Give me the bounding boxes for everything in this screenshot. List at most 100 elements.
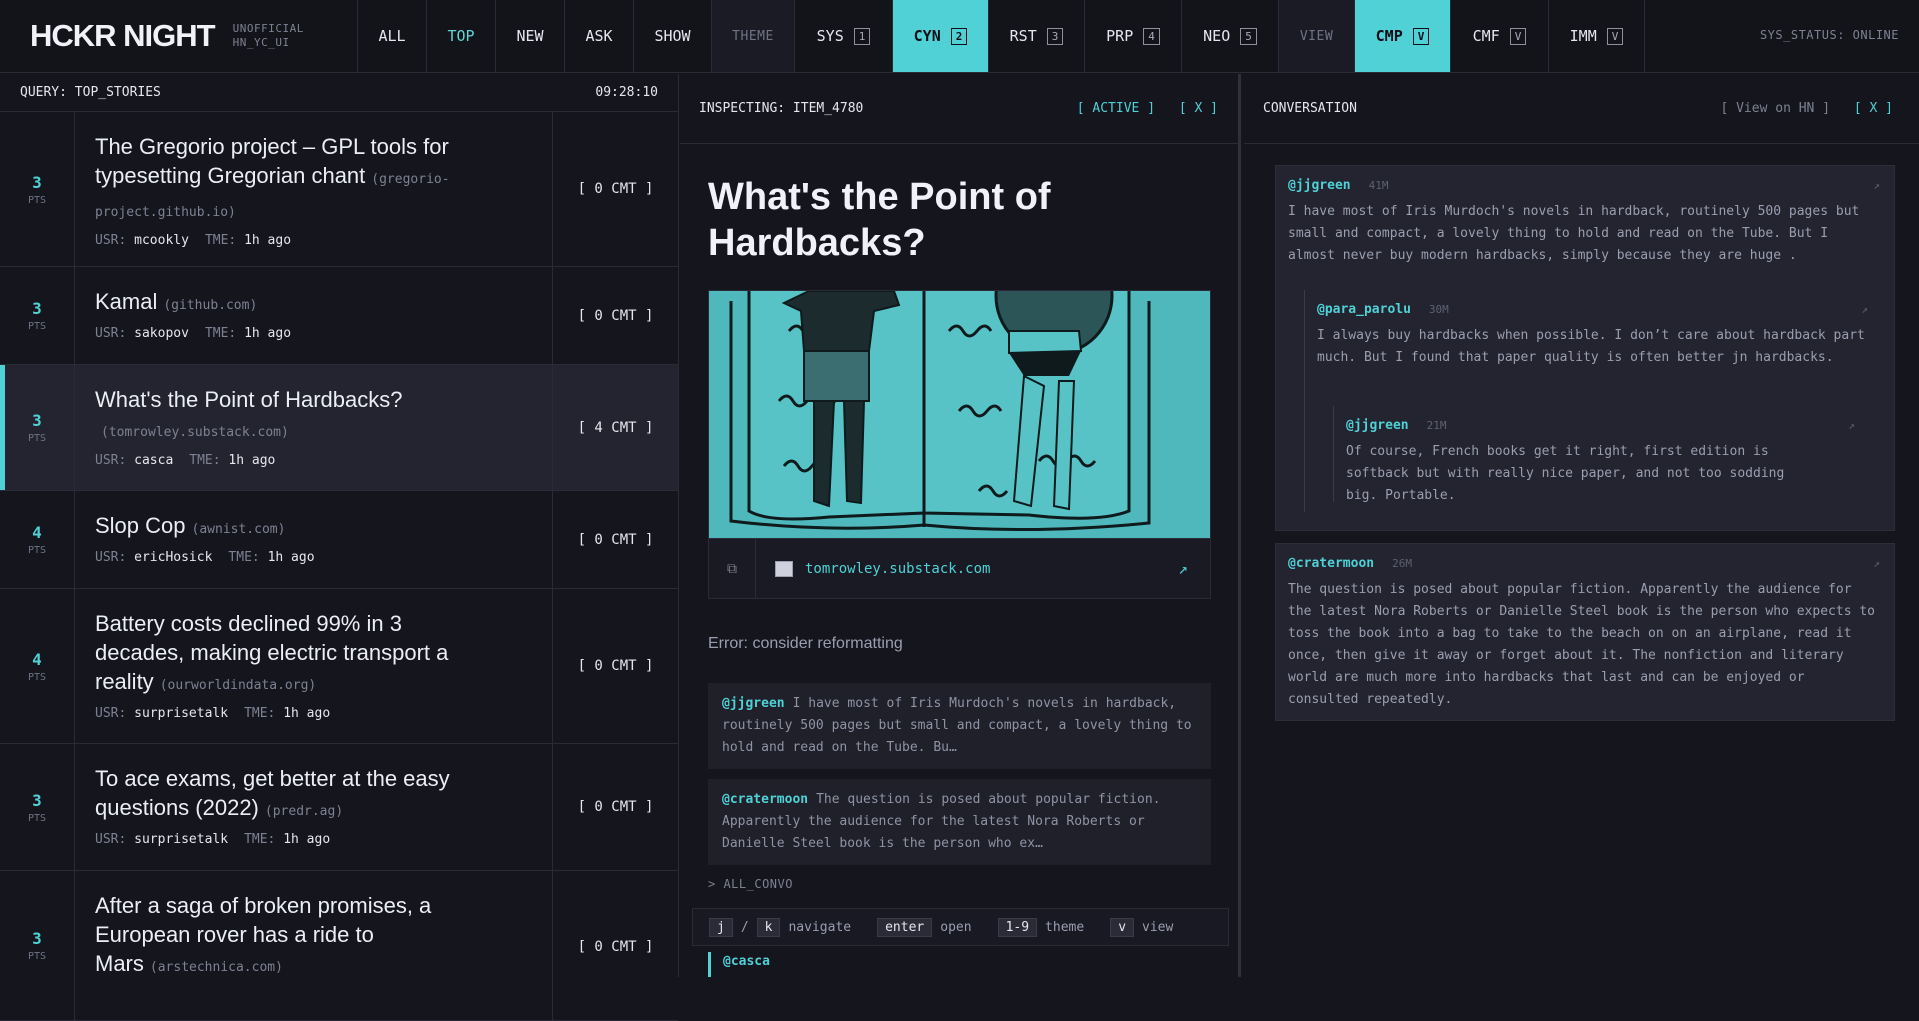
conversation-actions: [ View on HN ] [ X ]: [1720, 101, 1893, 116]
theme-neo[interactable]: NEO 5: [1182, 0, 1279, 72]
view-on-hn-link[interactable]: [ View on HN ]: [1720, 101, 1830, 116]
story-title-line: The Gregorio project – GPL tools for typ…: [95, 132, 532, 227]
theme-cyn[interactable]: CYN 2: [893, 0, 989, 72]
tme-label: TME:: [228, 550, 260, 565]
bottom-user[interactable]: @casca: [708, 952, 770, 977]
story-title[interactable]: What's the Point of Hardbacks?: [95, 387, 402, 412]
view-cmf[interactable]: CMF V: [1451, 0, 1549, 72]
story-body: After a saga of broken promises, a Europ…: [75, 871, 553, 1020]
view-cmp[interactable]: CMP V: [1355, 0, 1451, 72]
theme-sys-key: 1: [853, 27, 871, 45]
story-user[interactable]: ericHosick: [134, 550, 212, 565]
active-toggle[interactable]: [ ACTIVE ]: [1077, 101, 1155, 116]
story-domain[interactable]: (arstechnica.com): [150, 960, 283, 975]
comment-time: 26M: [1392, 557, 1412, 570]
story-domain[interactable]: (tomrowley.substack.com): [101, 425, 289, 440]
story-title-line: Slop Cop (awnist.com): [95, 511, 532, 544]
close-inspect-button[interactable]: [ X ]: [1179, 101, 1218, 116]
story-row-selected[interactable]: 3 PTS What's the Point of Hardbacks? (tomr…: [0, 365, 678, 491]
story-row[interactable]: 3 PTS Kamal (github.com) USR: sakopov TME: …: [0, 267, 678, 365]
kbd-separator: /: [740, 919, 749, 935]
preview-user[interactable]: @jjgreen: [722, 696, 785, 711]
permalink-icon[interactable]: ↗: [1873, 179, 1880, 192]
story-domain[interactable]: (ourworldindata.org): [160, 678, 317, 693]
story-time: 1h ago: [244, 326, 292, 341]
points-value: 3: [32, 172, 42, 192]
comment-preview[interactable]: @jjgreen I have most of Iris Murdoch's no…: [708, 683, 1211, 769]
tme-label: TME:: [204, 326, 237, 341]
story-row[interactable]: 4 PTS Slop Cop (awnist.com) USR: ericHosic…: [0, 491, 678, 589]
copy-icon[interactable]: ⧉: [709, 539, 756, 598]
points-value: 3: [32, 411, 42, 430]
theme-rst[interactable]: RST 3: [989, 0, 1085, 72]
comment-text: I always buy hardbacks when possible. I …: [1317, 328, 1865, 365]
story-body: What's the Point of Hardbacks? (tomrowley…: [75, 365, 553, 490]
all-convo-link[interactable]: > ALL_CONVO: [708, 877, 1210, 891]
kbd-v: v: [1110, 917, 1135, 937]
kbd-k: k: [756, 917, 781, 937]
kbd-theme-label: theme: [1045, 919, 1085, 935]
points-cell: 3 PTS: [0, 744, 75, 870]
tme-label: TME:: [244, 832, 276, 847]
inspect-actions: [ ACTIVE ] [ X ]: [1061, 101, 1218, 116]
comment-user[interactable]: @cratermoon: [1288, 556, 1374, 571]
theme-rst-key: 3: [1046, 27, 1064, 45]
comments-button[interactable]: [ 4 CMT ]: [553, 365, 678, 490]
story-domain[interactable]: (github.com): [163, 298, 257, 313]
comments-button[interactable]: [ 0 CMT ]: [553, 267, 678, 364]
app-logo[interactable]: HCKR NIGHT: [30, 18, 216, 54]
close-conversation-button[interactable]: [ X ]: [1854, 101, 1893, 116]
permalink-icon[interactable]: ↗: [1861, 303, 1868, 316]
story-row[interactable]: 3 PTS To ace exams, get better at the eas…: [0, 744, 678, 871]
comments-button[interactable]: [ 0 CMT ]: [553, 112, 678, 266]
story-user[interactable]: sakopov: [134, 326, 189, 341]
view-imm[interactable]: IMM V: [1549, 0, 1645, 72]
comment-user[interactable]: @para_parolu: [1317, 302, 1411, 317]
external-link-icon[interactable]: ↗: [1178, 559, 1188, 578]
points-label: PTS: [27, 433, 47, 444]
points-label: PTS: [27, 545, 47, 556]
theme-sys[interactable]: SYS 1: [795, 0, 893, 72]
comment: @jjgreen 21M ↗ Of course, French books g…: [1334, 406, 1869, 507]
story-title[interactable]: Slop Cop: [95, 513, 186, 538]
tab-top[interactable]: TOP: [427, 0, 496, 72]
tab-show[interactable]: SHOW: [634, 0, 712, 72]
list-header: QUERY: TOP_STORIES 09:28:10: [0, 74, 678, 112]
story-time: 1h ago: [283, 832, 331, 847]
story-row[interactable]: 4 PTS Battery costs declined 99% in 3 dec…: [0, 589, 678, 744]
comment-preview[interactable]: @cratermoon The question is posed about p…: [708, 779, 1211, 865]
usr-label: USR:: [95, 832, 127, 847]
comments-button[interactable]: [ 0 CMT ]: [553, 589, 678, 743]
tab-new[interactable]: NEW: [496, 0, 565, 72]
story-row[interactable]: 3 PTS After a saga of broken promises, a …: [0, 871, 678, 1021]
theme-prp[interactable]: PRP 4: [1085, 0, 1182, 72]
tab-ask[interactable]: ASK: [565, 0, 634, 72]
usr-label: USR:: [95, 326, 127, 341]
view-cmp-label: CMP: [1375, 27, 1403, 45]
tab-all[interactable]: ALL: [358, 0, 427, 72]
comment-user[interactable]: @jjgreen: [1346, 418, 1409, 433]
comment-header: @jjgreen 21M ↗: [1346, 418, 1855, 433]
story-user[interactable]: mcookly: [134, 233, 189, 248]
story-domain[interactable]: (awnist.com): [192, 522, 286, 537]
story-user[interactable]: surprisetalk: [134, 832, 228, 847]
points-label: PTS: [27, 321, 47, 332]
permalink-icon[interactable]: ↗: [1848, 419, 1855, 432]
comments-button[interactable]: [ 0 CMT ]: [553, 871, 678, 1020]
comments-button[interactable]: [ 0 CMT ]: [553, 744, 678, 870]
permalink-icon[interactable]: ↗: [1873, 557, 1880, 570]
story-domain[interactable]: (predr.ag): [265, 804, 343, 819]
tme-label: TME:: [244, 706, 276, 721]
story-row[interactable]: 3 PTS The Gregorio project – GPL tools fo…: [0, 112, 678, 267]
preview-user[interactable]: @cratermoon: [722, 792, 808, 807]
story-title[interactable]: Kamal: [95, 289, 157, 314]
article-url[interactable]: tomrowley.substack.com: [805, 561, 1178, 577]
story-user[interactable]: surprisetalk: [134, 706, 228, 721]
comments-button[interactable]: [ 0 CMT ]: [553, 491, 678, 588]
kbd-open-label: open: [940, 919, 972, 935]
comment-user[interactable]: @jjgreen: [1288, 178, 1351, 193]
story-list-panel: QUERY: TOP_STORIES 09:28:10 3 PTS The Gre…: [0, 74, 679, 1021]
story-user[interactable]: casca: [134, 453, 173, 468]
story-time: 1h ago: [228, 453, 276, 468]
tme-label: TME:: [204, 233, 237, 248]
